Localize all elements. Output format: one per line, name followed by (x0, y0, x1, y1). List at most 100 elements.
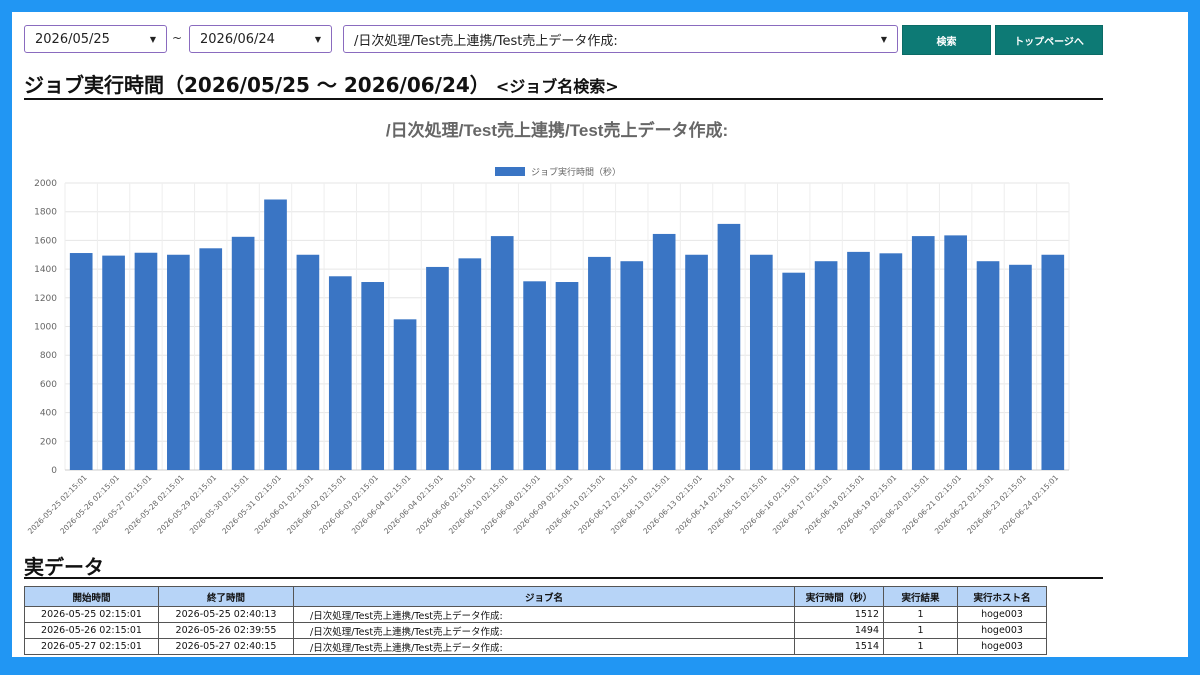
x-tick-label: 2026-06-20 02:15:01 (868, 473, 931, 536)
bar (847, 251, 870, 470)
bar (749, 254, 773, 470)
y-tick-label: 1800 (34, 208, 57, 218)
search-button[interactable]: 検索 (902, 25, 991, 55)
table-cell: /日次処理/Test売上連携/Test売上データ作成: (293, 622, 795, 639)
date-range-separator: ~ (172, 31, 183, 45)
y-tick-label: 2000 (34, 179, 57, 189)
bar (264, 199, 287, 470)
bar (69, 253, 93, 470)
x-tick-label: 2026-05-27 02:15:01 (91, 473, 154, 536)
x-tick-label: 2026-06-14 02:15:01 (674, 473, 737, 536)
table-row: 2026-05-25 02:15:01 2026-05-25 02:40:13/日… (24, 606, 1047, 623)
x-tick-label: 2026-06-13 02:15:01 (609, 473, 672, 536)
bar (458, 258, 482, 470)
y-tick-label: 1200 (34, 294, 57, 304)
y-tick-label: 1600 (34, 236, 57, 246)
page-title: ジョブ実行時間（2026/05/25 ～ 2026/06/24） <ジョブ名検索> (24, 69, 619, 98)
x-tick-label: 2026-06-10 02:15:01 (544, 473, 607, 536)
results-divider (24, 577, 1103, 579)
table-cell: 2026-05-25 02:40:13 (158, 606, 294, 623)
table-cell: 1512 (794, 606, 884, 623)
x-tick-label: 2026-06-21 02:15:01 (900, 473, 963, 536)
bar (361, 282, 385, 470)
bar (134, 252, 158, 470)
bar (1009, 264, 1032, 470)
column-header: 実行ホスト名 (957, 586, 1047, 607)
bar (879, 253, 903, 470)
column-header: ジョブ名 (293, 586, 795, 607)
column-header: 終了時間 (158, 586, 294, 607)
table-cell: 1 (883, 606, 958, 623)
bar (782, 272, 806, 470)
chevron-down-icon: ▼ (149, 34, 156, 44)
x-tick-label: 2026-05-25 02:15:01 (26, 473, 89, 536)
table-cell: hoge003 (957, 622, 1047, 639)
bar (523, 281, 546, 470)
end-date-value: 2026/06/24 (200, 31, 275, 47)
x-tick-label: 2026-06-23 02:15:01 (965, 473, 1028, 536)
x-tick-label: 2026-06-10 02:15:01 (447, 473, 510, 536)
job-runtime-chart: /日次処理/Test売上連携/Test売上データ作成:ジョブ実行時間（秒）020… (26, 120, 1070, 536)
x-tick-label: 2026-06-24 02:15:01 (998, 473, 1061, 536)
job-name-value: /日次処理/Test売上連携/Test売上データ作成: (354, 33, 618, 49)
y-tick-label: 200 (40, 437, 57, 447)
page-subtitle: <ジョブ名検索> (495, 77, 619, 96)
bar (814, 261, 838, 470)
x-tick-label: 2026-06-04 02:15:01 (382, 473, 445, 536)
top-page-button[interactable]: トップページへ (995, 25, 1103, 55)
x-tick-label: 2026-06-06 02:15:01 (415, 473, 478, 536)
bar (231, 236, 255, 470)
table-body: 2026-05-25 02:15:01 2026-05-25 02:40:13/日… (24, 606, 1047, 655)
legend-label: ジョブ実行時間（秒） (531, 166, 621, 178)
bar (296, 254, 320, 470)
x-tick-label: 2026-06-02 02:15:01 (285, 473, 348, 536)
table-header-row: 開始時間 終了時間 ジョブ名 実行時間（秒） 実行結果 実行ホスト名 (24, 586, 1047, 607)
column-header: 開始時間 (24, 586, 159, 607)
results-table: 開始時間 終了時間 ジョブ名 実行時間（秒） 実行結果 実行ホスト名 2026-05-25… (24, 586, 1047, 655)
bar (944, 235, 967, 470)
end-date-select[interactable]: 2026/06/24 ▼ (189, 25, 332, 53)
table-cell: hoge003 (957, 638, 1047, 655)
bar (393, 319, 417, 470)
bar (328, 276, 352, 470)
bar (911, 236, 935, 470)
bar (1041, 254, 1065, 470)
table-row: 2026-05-26 02:15:01 2026-05-26 02:39:55/日… (24, 622, 1047, 639)
table-cell: 1494 (794, 622, 884, 639)
bar (555, 282, 579, 470)
bar (620, 261, 644, 470)
bar (652, 233, 676, 470)
y-tick-label: 800 (40, 351, 57, 361)
x-tick-label: 2026-06-12 02:15:01 (576, 473, 639, 536)
bar (976, 261, 1000, 470)
legend-swatch (495, 167, 525, 176)
x-tick-label: 2026-06-18 02:15:01 (803, 473, 866, 536)
table-cell: /日次処理/Test売上連携/Test売上データ作成: (293, 638, 795, 655)
x-tick-label: 2026-05-31 02:15:01 (220, 473, 283, 536)
start-date-value: 2026/05/25 (35, 31, 110, 47)
page-title-text: ジョブ実行時間（2026/05/25 ～ 2026/06/24） (24, 73, 490, 97)
y-tick-label: 0 (51, 466, 57, 476)
job-name-select[interactable]: /日次処理/Test売上連携/Test売上データ作成: ▼ (343, 25, 898, 53)
start-date-select[interactable]: 2026/05/25 ▼ (24, 25, 167, 53)
x-tick-label: 2026-06-08 02:15:01 (479, 473, 542, 536)
x-tick-label: 2026-05-29 02:15:01 (155, 473, 218, 536)
bar (199, 248, 223, 470)
chart-title: /日次処理/Test売上連携/Test売上データ作成: (386, 120, 728, 140)
table-row: 2026-05-27 02:15:01 2026-05-27 02:40:15/日… (24, 638, 1047, 655)
x-tick-label: 2026-06-17 02:15:01 (771, 473, 834, 536)
x-tick-label: 2026-06-03 02:15:01 (317, 473, 380, 536)
results-heading: 実データ (24, 555, 104, 579)
x-tick-label: 2026-05-26 02:15:01 (58, 473, 121, 536)
y-tick-label: 1000 (34, 323, 57, 333)
bar (717, 223, 741, 470)
bar (490, 236, 514, 470)
x-tick-label: 2026-06-16 02:15:01 (738, 473, 801, 536)
x-tick-label: 2026-06-19 02:15:01 (836, 473, 899, 536)
x-tick-label: 2026-05-28 02:15:01 (123, 473, 186, 536)
x-tick-label: 2026-06-01 02:15:01 (253, 473, 316, 536)
x-tick-label: 2026-06-09 02:15:01 (512, 473, 575, 536)
column-header: 実行時間（秒） (794, 586, 884, 607)
x-tick-label: 2026-06-13 02:15:01 (641, 473, 704, 536)
column-header: 実行結果 (883, 586, 958, 607)
